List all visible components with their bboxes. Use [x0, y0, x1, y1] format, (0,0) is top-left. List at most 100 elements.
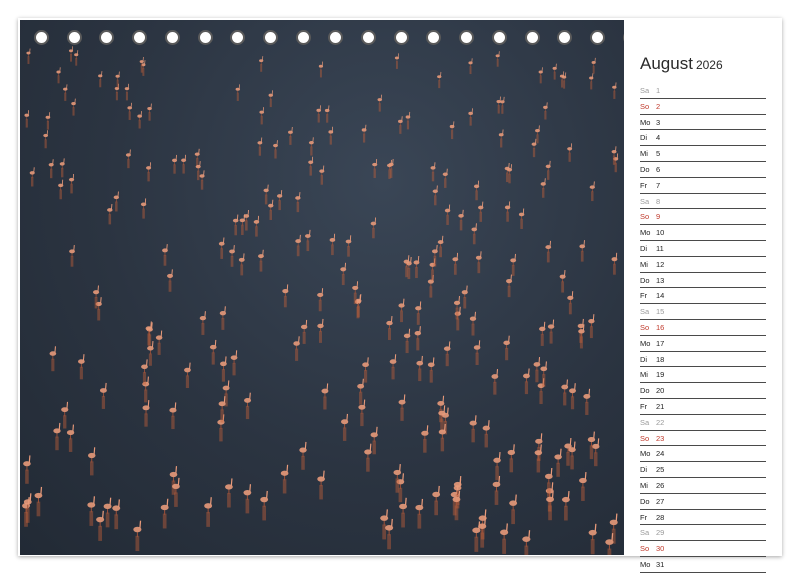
flamingo-shape [405, 111, 411, 130]
day-row: Mi 5 [640, 146, 766, 162]
flamingo-shape [507, 444, 516, 473]
flamingo-shape [552, 63, 557, 80]
flamingo-shape [59, 158, 65, 178]
flamingo-shape [71, 98, 76, 116]
flamingo-shape [317, 288, 324, 312]
flamingo-shape [385, 518, 394, 550]
flamingo-shape [498, 129, 504, 148]
flamingo-shape [268, 90, 274, 108]
flamingo-shape [229, 245, 235, 267]
flamingo-shape [220, 356, 227, 382]
flamingo-shape [372, 159, 378, 178]
flamingo-shape [146, 162, 152, 182]
flamingo-shape [538, 67, 543, 84]
day-row: So 9 [640, 209, 766, 226]
flamingo-shape [523, 368, 530, 395]
flamingo-shape [321, 383, 329, 410]
flamingo-shape [611, 252, 618, 275]
day-row: Mo 10 [640, 225, 766, 241]
flamingo-shape [567, 143, 573, 162]
flamingo-shape [579, 472, 587, 501]
flamingo-shape [543, 102, 548, 120]
flamingo-shape [324, 105, 330, 123]
flamingo-shape [280, 464, 289, 494]
day-row: Mo 31 [640, 557, 766, 573]
weekday-label: Mo [640, 449, 651, 459]
flamingo-shape [68, 173, 75, 194]
flamingo-shape [432, 185, 438, 206]
flamingo-shape [386, 316, 393, 341]
day-number: 28 [656, 512, 665, 522]
day-number: 31 [656, 559, 665, 569]
weekday-label: Sa [640, 307, 650, 317]
day-row: Mo 24 [640, 446, 766, 463]
binding-ring-icon [557, 30, 573, 45]
flamingo-shape [473, 180, 480, 201]
flamingo-shape [437, 395, 445, 423]
flamingo-shape [421, 425, 429, 453]
day-number: 24 [656, 449, 665, 459]
binding-ring-icon [491, 30, 507, 45]
flamingo-shape [299, 441, 307, 470]
flamingo-shape [23, 455, 31, 484]
flamingo-shape [398, 116, 403, 134]
flamingo-shape [416, 355, 424, 382]
flamingo-shape [142, 400, 150, 427]
flamingo-shape [449, 121, 455, 140]
month-name: August [640, 54, 693, 73]
flamingo-shape [199, 170, 205, 190]
flamingo-shape [561, 379, 569, 406]
day-number: 13 [656, 275, 665, 285]
flamingo-shape [442, 168, 448, 188]
binding-ring-icon [393, 30, 409, 45]
flamingo-shape [444, 204, 451, 225]
flamingo-shape [235, 84, 241, 101]
day-row: Sa 15 [640, 304, 766, 320]
weekday-label: So [640, 544, 650, 554]
flamingo-shape [612, 82, 617, 99]
binding-ring-icon [132, 30, 148, 45]
flamingo-shape [504, 201, 511, 222]
flamingo-shape [500, 96, 505, 114]
flamingo-shape [329, 233, 336, 256]
flamingo-shape [169, 402, 177, 430]
flamingo-shape [238, 253, 245, 276]
day-row: Fr 28 [640, 510, 766, 526]
binding-ring-icon [459, 30, 475, 45]
flamingo-shape [88, 447, 96, 476]
day-number: 4 [656, 133, 661, 143]
flamingo-shape [172, 154, 178, 174]
binding-ring-icon [328, 30, 344, 45]
flamingo-shape [458, 209, 464, 231]
flamingo-shape [545, 160, 551, 180]
flamingo-shape [276, 190, 283, 211]
weekday-label: Mi [640, 480, 648, 490]
flamingo-shape [58, 179, 64, 200]
flamingo-shape [588, 314, 595, 339]
day-number: 25 [656, 465, 665, 475]
flamingo-shape [295, 234, 301, 257]
day-number: 20 [656, 386, 665, 396]
flamingo-shape [218, 237, 225, 259]
weekday-label: Do [640, 164, 650, 174]
flamingo-shape [96, 510, 105, 541]
day-number: 7 [656, 180, 661, 190]
flamingo-shape [232, 214, 239, 236]
day-row: Di 25 [640, 462, 766, 478]
flamingo-shape [98, 71, 103, 88]
day-row: So 23 [640, 431, 766, 447]
weekday-label: Fr [640, 401, 648, 411]
flamingo-shape [437, 235, 444, 258]
flamingo-shape [468, 58, 473, 75]
flamingo-shape [268, 199, 274, 220]
flamingo-shape [115, 71, 120, 88]
flamingo-shape [370, 426, 378, 455]
weekday-label: So [640, 433, 650, 443]
flamingo-shape [461, 285, 468, 309]
flamingo-shape [49, 346, 57, 372]
flamingo-shape [243, 484, 252, 514]
flamingo-shape [415, 301, 422, 325]
flamingo-shape [427, 357, 435, 383]
flamingo-shape [288, 126, 293, 145]
weekday-label: Di [640, 354, 648, 364]
